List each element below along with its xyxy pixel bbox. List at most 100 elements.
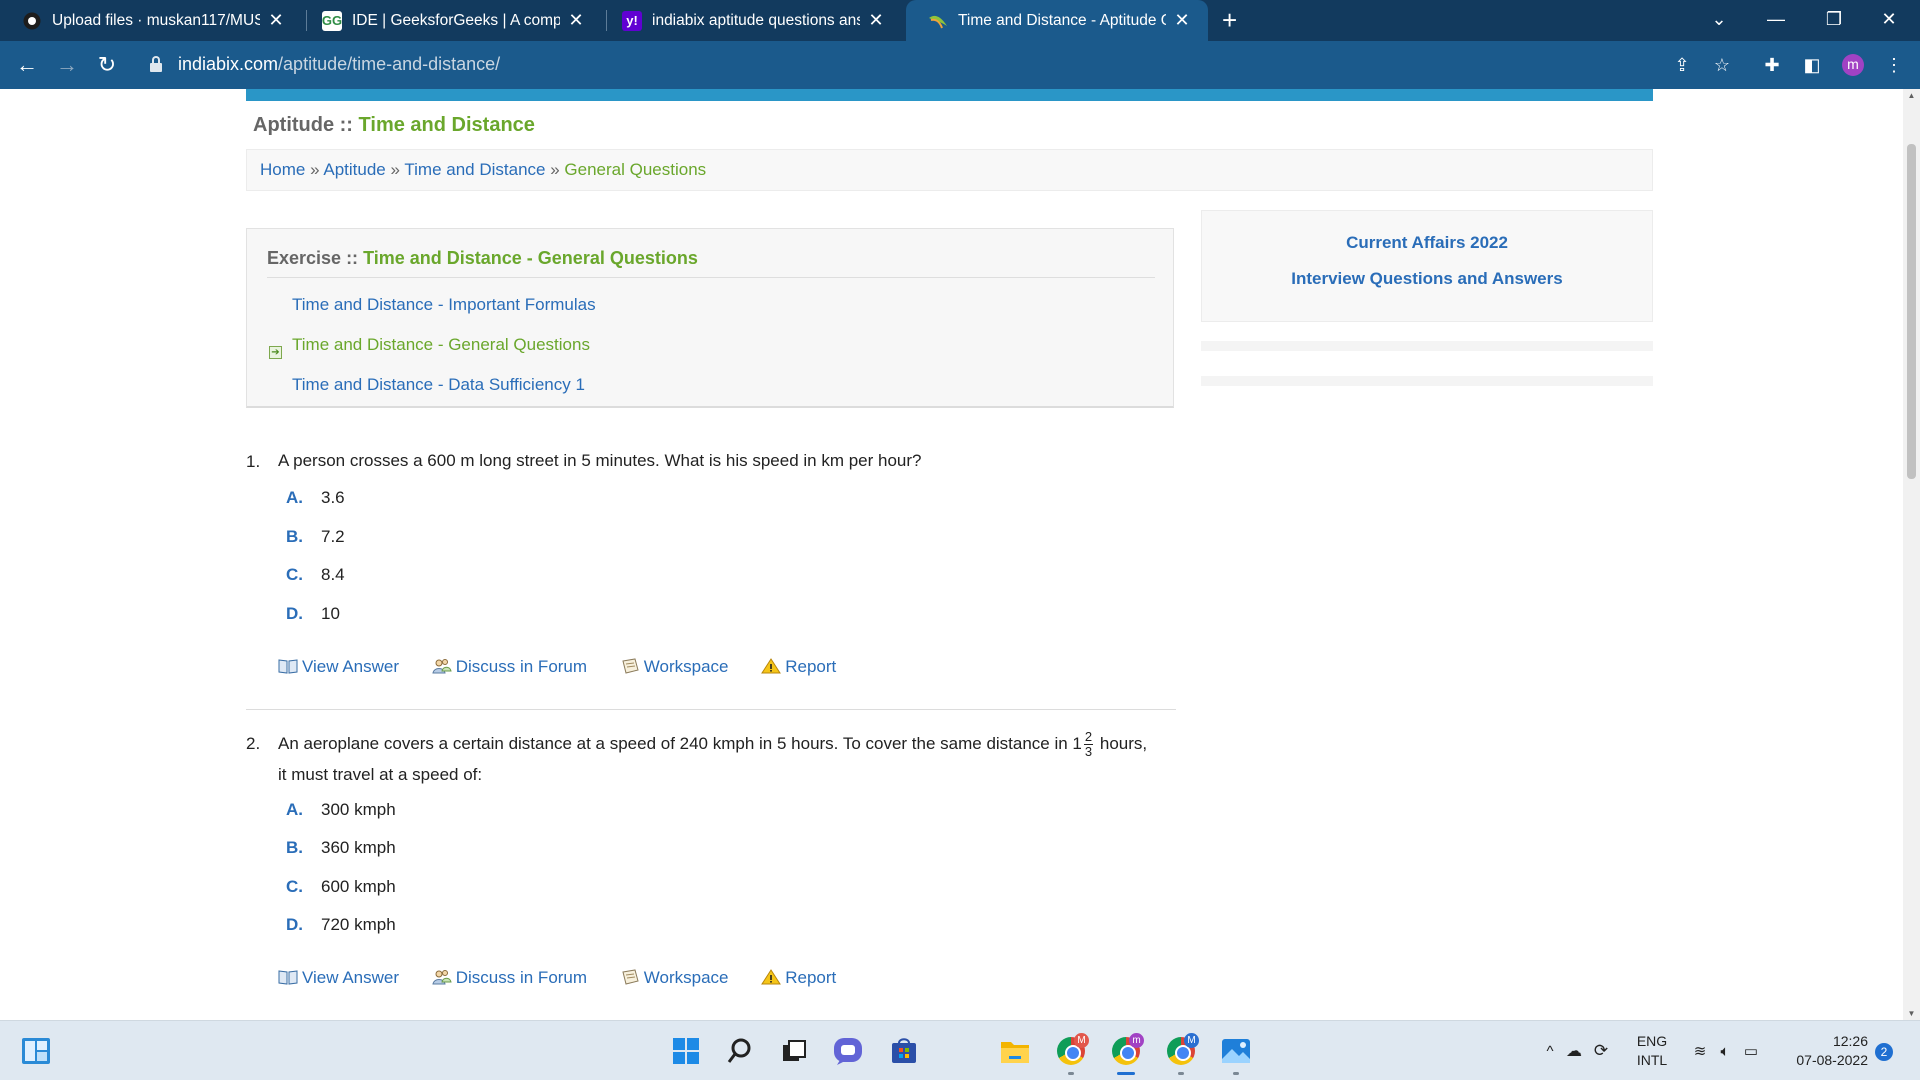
photos-icon[interactable] xyxy=(1216,1031,1256,1075)
tab-geeksforgeeks[interactable]: GG IDE | GeeksforGeeks | A compute ✕ xyxy=(300,0,602,41)
divider xyxy=(246,709,1176,710)
address-bar[interactable]: indiabix.com/aptitude/time-and-distance/ xyxy=(140,48,1740,82)
tab-search-chevron-icon[interactable]: ⌄ xyxy=(1696,0,1742,41)
gfg-icon: GG xyxy=(322,10,342,31)
book-icon xyxy=(278,659,298,674)
divider xyxy=(267,277,1155,278)
view-answer-link[interactable]: View Answer xyxy=(278,657,399,677)
system-tray: ^ ☁ ⟳ xyxy=(1540,1021,1614,1080)
close-icon[interactable]: ✕ xyxy=(1172,10,1192,31)
workspace-link[interactable]: Workspace xyxy=(620,968,729,988)
view-answer-link[interactable]: View Answer xyxy=(278,968,399,988)
onedrive-cloud-icon[interactable]: ☁ xyxy=(1560,1041,1588,1061)
option-c[interactable]: C. 8.4 xyxy=(286,565,345,585)
chrome-profile-2-icon[interactable]: m xyxy=(1106,1031,1146,1075)
chrome-profile-1-icon[interactable]: M xyxy=(1051,1031,1091,1075)
language-indicator[interactable]: ENG INTL xyxy=(1636,1021,1668,1080)
quick-settings[interactable]: ≋ 🔈︎ ▭ xyxy=(1688,1021,1764,1080)
new-tab-button[interactable]: + xyxy=(1222,0,1237,41)
page-scrollbar[interactable]: ▲ ▼ xyxy=(1903,89,1920,1020)
warning-icon xyxy=(761,658,782,674)
tab-indiabix[interactable]: Time and Distance - Aptitude Qu ✕ xyxy=(906,0,1208,41)
sidebar-ad-placeholder xyxy=(1201,341,1653,351)
question-text: A person crosses a 600 m long street in … xyxy=(278,451,922,470)
wifi-icon: ≋ xyxy=(1693,1043,1707,1060)
file-explorer-icon[interactable] xyxy=(995,1031,1035,1071)
profile-avatar[interactable]: m xyxy=(1842,54,1864,76)
question-actions: View Answer Discuss in Forum Workspace R… xyxy=(278,657,864,677)
breadcrumb-topic[interactable]: Time and Distance xyxy=(404,160,545,179)
sync-icon[interactable]: ⟳ xyxy=(1588,1041,1614,1061)
tab-yahoo[interactable]: y! indiabix aptitude questions answ ✕ xyxy=(600,0,902,41)
menu-kebab-icon[interactable]: ⋮ xyxy=(1878,41,1910,89)
yahoo-icon: y! xyxy=(622,10,642,31)
discuss-forum-link[interactable]: Discuss in Forum xyxy=(432,657,587,677)
show-hidden-icons-chevron-icon[interactable]: ^ xyxy=(1540,1043,1560,1060)
tab-github[interactable]: Upload files · muskan117/MUSKA ✕ xyxy=(0,0,302,41)
window-close-icon[interactable]: ✕ xyxy=(1866,0,1912,41)
share-icon[interactable]: ⇪ xyxy=(1666,41,1698,89)
url-text: indiabix.com/aptitude/time-and-distance/ xyxy=(178,54,501,74)
breadcrumb: Home » Aptitude » Time and Distance » Ge… xyxy=(246,149,1653,191)
windows-start-icon[interactable] xyxy=(666,1031,706,1071)
fraction: 23 xyxy=(1083,729,1094,760)
option-b[interactable]: B. 7.2 xyxy=(286,527,345,547)
users-icon xyxy=(432,970,452,985)
restore-icon[interactable]: ❐ xyxy=(1811,0,1857,41)
exercise-panel: Exercise :: Time and Distance - General … xyxy=(246,228,1174,408)
report-link[interactable]: Report xyxy=(761,657,836,677)
exercise-link-formulas[interactable]: Time and Distance - Important Formulas xyxy=(292,295,596,315)
scroll-down-icon[interactable]: ▼ xyxy=(1903,1009,1920,1018)
microsoft-store-icon[interactable] xyxy=(884,1031,924,1071)
option-d[interactable]: D. 720 kmph xyxy=(286,915,396,935)
breadcrumb-separator: » xyxy=(390,160,400,179)
tab-strip: Upload files · muskan117/MUSKA ✕ GG IDE … xyxy=(0,0,1920,41)
exercise-link-data-sufficiency[interactable]: Time and Distance - Data Sufficiency 1 xyxy=(292,375,585,395)
task-view-icon[interactable] xyxy=(774,1031,814,1071)
lock-icon xyxy=(150,56,162,72)
github-icon xyxy=(22,11,42,31)
breadcrumb-current: General Questions xyxy=(564,160,707,179)
sidebar-ad-placeholder xyxy=(1201,376,1653,386)
discuss-forum-link[interactable]: Discuss in Forum xyxy=(432,968,587,988)
bookmark-star-icon[interactable]: ☆ xyxy=(1706,41,1738,89)
arrow-right-icon: ➔ xyxy=(269,346,282,359)
extensions-puzzle-icon[interactable]: ✚ xyxy=(1756,41,1788,89)
notification-count-badge[interactable]: 2 xyxy=(1875,1043,1893,1061)
option-d[interactable]: D. 10 xyxy=(286,604,340,624)
close-icon[interactable]: ✕ xyxy=(866,10,886,31)
breadcrumb-home[interactable]: Home xyxy=(260,160,305,179)
sidebar-link-interview[interactable]: Interview Questions and Answers xyxy=(1202,269,1652,289)
widgets-icon[interactable] xyxy=(16,1031,56,1071)
side-panel-icon[interactable]: ◧ xyxy=(1796,41,1828,89)
sidebar-link-current-affairs[interactable]: Current Affairs 2022 xyxy=(1202,233,1652,253)
clock[interactable]: 12:26 07-08-2022 xyxy=(1782,1021,1868,1080)
option-c[interactable]: C. 600 kmph xyxy=(286,877,396,897)
battery-icon: ▭ xyxy=(1743,1043,1759,1060)
workspace-link[interactable]: Workspace xyxy=(620,657,729,677)
report-link[interactable]: Report xyxy=(761,968,836,988)
chrome-profile-3-icon[interactable]: M xyxy=(1161,1031,1201,1075)
option-b[interactable]: B. 360 kmph xyxy=(286,838,396,858)
os-taskbar: M m M ^ ☁ ⟳ ENG INTL ≋ 🔈︎ ▭ 12:26 07-08-… xyxy=(0,1020,1920,1080)
site-nav-strip xyxy=(246,89,1653,101)
exercise-link-general[interactable]: Time and Distance - General Questions xyxy=(292,335,590,355)
tab-title: Upload files · muskan117/MUSKA xyxy=(52,11,260,29)
question-number: 2. xyxy=(246,734,261,753)
option-a[interactable]: A. 3.6 xyxy=(286,488,345,508)
notepad-icon xyxy=(622,658,639,674)
minimize-icon[interactable]: — xyxy=(1753,0,1799,41)
forward-arrow-icon[interactable]: → xyxy=(52,41,82,89)
breadcrumb-aptitude[interactable]: Aptitude xyxy=(323,160,385,179)
scroll-thumb[interactable] xyxy=(1907,144,1916,479)
search-icon[interactable] xyxy=(720,1031,760,1071)
reload-icon[interactable]: ↻ xyxy=(92,41,122,89)
teams-chat-icon[interactable] xyxy=(828,1031,868,1071)
close-icon[interactable]: ✕ xyxy=(566,10,586,31)
back-arrow-icon[interactable]: ← xyxy=(12,41,42,89)
scroll-up-icon[interactable]: ▲ xyxy=(1903,91,1920,100)
option-a[interactable]: A. 300 kmph xyxy=(286,800,396,820)
browser-toolbar: ← → ↻ indiabix.com/aptitude/time-and-dis… xyxy=(0,41,1920,89)
speaker-muted-icon: 🔈︎ xyxy=(1720,1042,1730,1060)
close-icon[interactable]: ✕ xyxy=(266,10,286,31)
